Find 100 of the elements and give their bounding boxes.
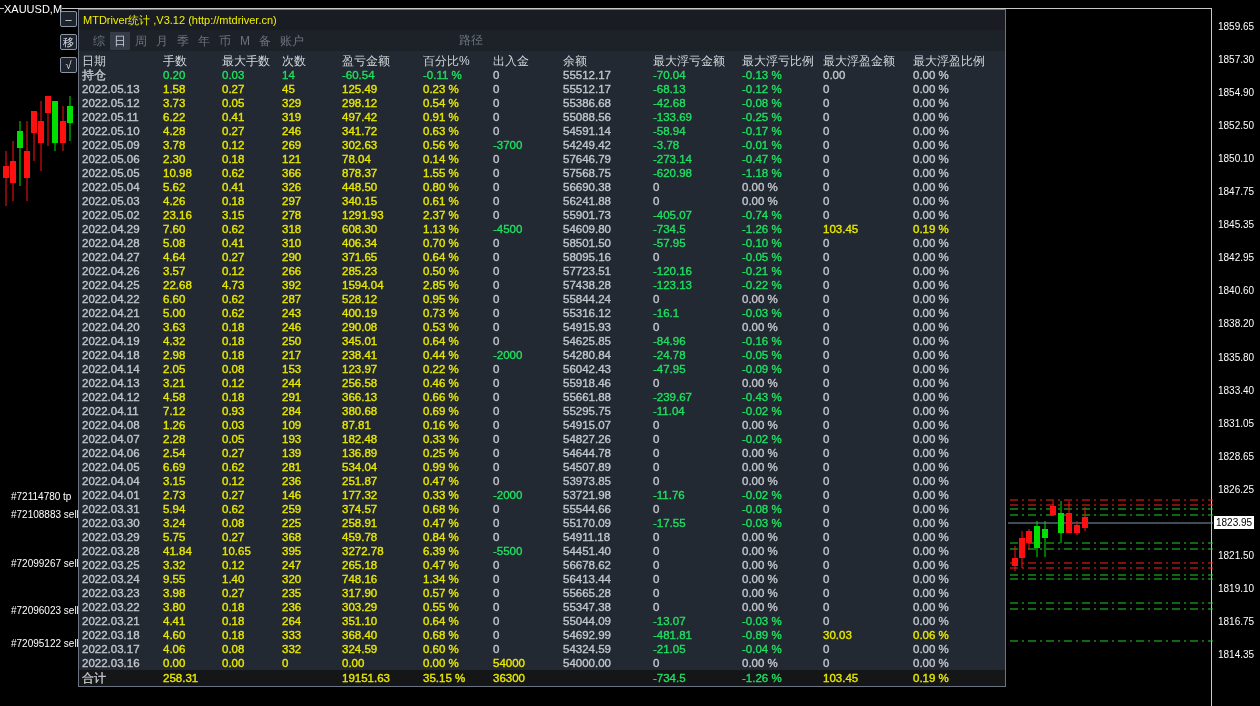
period-tab[interactable]: 账户 — [276, 31, 308, 50]
panel-tool-button[interactable]: √ — [60, 57, 77, 73]
period-tab[interactable]: 季 — [173, 31, 193, 50]
table-cell: 2022.04.13 — [82, 376, 140, 390]
table-cell: 0 — [823, 474, 830, 488]
table-cell: 54249.42 — [563, 138, 611, 152]
table-cell: 368 — [282, 530, 302, 544]
table-cell: 2022.04.08 — [82, 418, 140, 432]
table-cell: 0.00 % — [742, 530, 778, 544]
table-cell: 2022.04.12 — [82, 390, 140, 404]
period-tab[interactable]: 周 — [131, 31, 151, 50]
table-cell: 0 — [493, 334, 500, 348]
table-cell: 2022.03.25 — [82, 558, 140, 572]
table-cell: 2.28 — [163, 432, 186, 446]
table-cell: 0.46 % — [423, 376, 459, 390]
table-cell: 54644.78 — [563, 446, 611, 460]
price-label: 1842.95 — [1218, 252, 1255, 264]
table-cell: 0.00 % — [913, 96, 949, 110]
table-cell: 57723.51 — [563, 264, 611, 278]
table-cell: 0.27 — [222, 446, 245, 460]
table-cell: 406.34 — [342, 236, 378, 250]
table-cell: 0.00 % — [742, 572, 778, 586]
table-cell: 0 — [493, 516, 500, 530]
table-cell: 0.18 — [222, 614, 245, 628]
table-cell: -0.03 % — [742, 516, 782, 530]
table-cell: 4.64 — [163, 250, 186, 264]
table-cell: 0.00 % — [913, 432, 949, 446]
table-cell: 287 — [282, 292, 302, 306]
table-cell: 0.00 % — [423, 656, 459, 670]
table-cell: 0.00 % — [913, 656, 949, 670]
column-header: 最大浮亏比例 — [742, 54, 815, 68]
table-cell: 55347.38 — [563, 600, 611, 614]
table-cell: 6.69 — [163, 460, 186, 474]
table-cell: 2022.04.20 — [82, 320, 140, 334]
table-cell: 54000 — [493, 656, 525, 670]
table-cell: 0.27 — [222, 530, 245, 544]
table-cell: 57646.79 — [563, 152, 611, 166]
table-cell: 3.80 — [163, 600, 186, 614]
period-tab[interactable]: M — [236, 31, 254, 50]
table-cell: 0.22 % — [423, 362, 459, 376]
panel-tool-button[interactable]: – — [60, 11, 77, 27]
table-cell: 54324.59 — [563, 642, 611, 656]
table-cell: 0 — [493, 110, 500, 124]
table-cell: 0 — [653, 572, 660, 586]
table-cell: -0.08 % — [742, 502, 782, 516]
table-cell: 54000.00 — [563, 656, 611, 670]
column-header: 百分比% — [423, 54, 471, 68]
table-cell: -0.12 % — [742, 82, 782, 96]
period-tab[interactable]: 年 — [194, 31, 214, 50]
table-cell: 0.00 % — [913, 292, 949, 306]
table-cell: 236 — [282, 474, 302, 488]
table-cell: 0.00 % — [913, 194, 949, 208]
table-cell: -734.5 — [653, 222, 686, 236]
table-cell: 3.98 — [163, 586, 186, 600]
table-cell: 0.53 % — [423, 320, 459, 334]
table-cell: 324.59 — [342, 642, 378, 656]
table-cell: 0 — [493, 390, 500, 404]
period-tab[interactable]: 日 — [110, 31, 130, 50]
table-cell: 0 — [493, 600, 500, 614]
table-cell: 0.61 % — [423, 194, 459, 208]
period-tab[interactable]: 币 — [215, 31, 235, 50]
price-label: 1831.05 — [1218, 417, 1255, 429]
table-cell: 4.06 — [163, 642, 186, 656]
panel-tool-button[interactable]: 移 — [60, 34, 77, 50]
table-cell: 2.30 — [163, 152, 186, 166]
table-cell: 10.98 — [163, 166, 192, 180]
table-cell: 0.64 % — [423, 250, 459, 264]
table-cell: 6.39 % — [423, 544, 459, 558]
period-tab[interactable]: 综 — [89, 31, 109, 50]
period-tab[interactable]: 月 — [152, 31, 172, 50]
table-cell: -0.43 % — [742, 390, 782, 404]
table-cell: 0.00 % — [913, 586, 949, 600]
column-header: 手数 — [163, 54, 188, 68]
table-cell: -0.47 % — [742, 152, 782, 166]
price-label: 1859.65 — [1218, 21, 1255, 32]
table-cell: -1.26 % — [742, 222, 782, 236]
table-cell: -0.03 % — [742, 614, 782, 628]
table-cell: 0 — [653, 460, 660, 474]
table-cell: 0 — [823, 194, 830, 208]
table-cell: 0.05 — [222, 432, 245, 446]
table-cell: 291 — [282, 390, 302, 404]
table-cell: 0.00 % — [913, 320, 949, 334]
table-cell: 2022.03.18 — [82, 628, 140, 642]
table-cell: 0 — [493, 502, 500, 516]
table-cell: -0.11 % — [423, 68, 462, 82]
table-cell: 0.68 % — [423, 502, 459, 516]
period-tab[interactable]: 备 — [255, 31, 275, 50]
table-cell: 0 — [823, 614, 830, 628]
table-cell: 878.37 — [342, 166, 378, 180]
table-cell: 0 — [493, 208, 500, 222]
table-cell: 0.03 — [222, 68, 245, 82]
table-cell: 258.91 — [342, 516, 378, 530]
table-cell: 0 — [493, 628, 500, 642]
table-cell: 55512.17 — [563, 68, 611, 82]
table-cell: 534.04 — [342, 460, 378, 474]
table-cell: 217 — [282, 348, 302, 362]
table-cell: 2022.04.28 — [82, 236, 140, 250]
table-cell: 0.62 — [222, 222, 245, 236]
table-cell: 55661.88 — [563, 390, 611, 404]
table-cell: 2022.03.24 — [82, 572, 140, 586]
